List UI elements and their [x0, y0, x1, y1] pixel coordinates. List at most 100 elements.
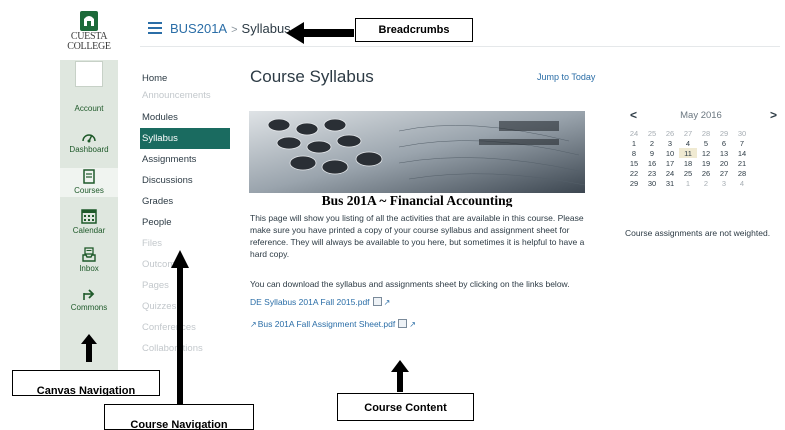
college-seal-icon [80, 11, 98, 31]
syllabus-intro-paragraph: This page will show you listing of all t… [250, 213, 585, 259]
account-avatar[interactable] [75, 61, 103, 87]
calendar-week: 1234567 [625, 138, 751, 148]
nav-courses[interactable]: Courses [60, 168, 118, 197]
breadcrumb-separator: > [231, 24, 238, 36]
calendar-day[interactable]: 22 [625, 168, 643, 178]
nav-calendar[interactable]: Calendar [60, 208, 118, 235]
course-nav-discussions[interactable]: Discussions [140, 170, 230, 191]
external-link-icon[interactable]: ↗ [384, 298, 391, 307]
global-navigation: CUESTA COLLEGE Account Dashboard Courses [60, 8, 118, 372]
calendar-day[interactable]: 21 [733, 158, 751, 168]
breadcrumb-current-page: Syllabus [241, 21, 291, 36]
calendar-day[interactable]: 4 [679, 138, 697, 148]
calendar-day[interactable]: 4 [733, 178, 751, 188]
calendar-day[interactable]: 28 [697, 128, 715, 138]
breadcrumb: BUS201A > Syllabus [170, 21, 291, 36]
calendar-day[interactable]: 28 [733, 168, 751, 178]
nav-inbox[interactable]: Inbox [60, 246, 118, 273]
nav-calendar-label: Calendar [72, 226, 106, 235]
annotation-course-content: Course Content [337, 393, 474, 421]
calendar-day[interactable]: 17 [661, 158, 679, 168]
calendar-day[interactable]: 10 [661, 148, 679, 158]
page: CUESTA COLLEGE Account Dashboard Courses [0, 0, 785, 430]
pdf-preview-icon[interactable] [398, 319, 408, 328]
course-nav-modules[interactable]: Modules [140, 107, 230, 128]
calendar-day[interactable]: 12 [697, 148, 715, 158]
calendar-day[interactable]: 13 [715, 148, 733, 158]
calendar-day[interactable]: 8 [625, 148, 643, 158]
calendar-day[interactable]: 15 [625, 158, 643, 168]
course-nav-arrow [171, 250, 189, 430]
course-nav-assignments[interactable]: Assignments [140, 149, 230, 170]
calendar-day[interactable]: 27 [715, 168, 733, 178]
calendar-day[interactable]: 14 [733, 148, 751, 158]
nav-dashboard-label: Dashboard [69, 145, 109, 154]
dashboard-icon [82, 134, 96, 143]
course-nav-people[interactable]: People [140, 212, 230, 233]
calendar-day[interactable]: 7 [733, 138, 751, 148]
annotation-breadcrumbs: Breadcrumbs [355, 18, 473, 42]
course-nav-announcements[interactable]: Announcements [140, 89, 230, 107]
nav-account[interactable]: Account [60, 104, 118, 113]
calendar-week: 29 30 31 1 2 3 4 [625, 178, 751, 188]
calendar-day[interactable]: 1 [625, 138, 643, 148]
pdf-preview-icon[interactable] [372, 297, 382, 306]
calendar-next-button[interactable]: > [770, 108, 777, 122]
calendar-day[interactable]: 9 [643, 148, 661, 158]
calendar-week: 15 16 17 18 19 20 21 [625, 158, 751, 168]
calendar-day[interactable]: 24 [625, 128, 643, 138]
calendar-day[interactable]: 16 [643, 158, 661, 168]
college-logo[interactable]: CUESTA COLLEGE [60, 8, 118, 60]
canvas-nav-arrow [81, 334, 97, 362]
courses-icon [83, 169, 95, 184]
nav-account-label: Account [74, 104, 104, 113]
calendar-day[interactable]: 5 [697, 138, 715, 148]
calendar-day[interactable]: 6 [715, 138, 733, 148]
calendar-day[interactable]: 26 [697, 168, 715, 178]
syllabus-file-link[interactable]: DE Syllabus 201A Fall 2015.pdf ↗ [250, 297, 390, 307]
calendar-day[interactable]: 27 [679, 128, 697, 138]
assignment-sheet-link[interactable]: ↗Bus 201A Fall Assignment Sheet.pdf ↗ [250, 319, 416, 329]
calendar-day[interactable]: 26 [661, 128, 679, 138]
external-link-icon[interactable]: ↗ [409, 320, 416, 329]
breadcrumb-course-link[interactable]: BUS201A [170, 21, 227, 36]
page-title: Course Syllabus [250, 67, 374, 86]
calendar-day[interactable]: 29 [625, 178, 643, 188]
jump-to-today-link[interactable]: Jump to Today [537, 72, 595, 82]
calendar-day[interactable]: 2 [697, 178, 715, 188]
hamburger-menu-icon[interactable] [148, 22, 162, 34]
nav-dashboard[interactable]: Dashboard [60, 129, 118, 154]
calendar-day[interactable]: 3 [715, 178, 733, 188]
calendar-day[interactable]: 29 [715, 128, 733, 138]
calendar-day[interactable]: 2 [643, 138, 661, 148]
calendar-day[interactable]: 18 [679, 158, 697, 168]
course-nav-home[interactable]: Home [140, 68, 230, 89]
calendar-week: 22 23 24 25 26 27 28 [625, 168, 751, 178]
external-link-icon[interactable]: ↗ [250, 320, 257, 329]
download-instructions: You can download the syllabus and assign… [250, 279, 570, 289]
nav-commons[interactable]: Commons [60, 287, 118, 312]
calendar-day[interactable]: 30 [643, 178, 661, 188]
calendar-icon [81, 209, 97, 224]
nav-courses-label: Courses [74, 186, 104, 195]
calendar-day[interactable]: 3 [661, 138, 679, 148]
calendar-day[interactable]: 1 [679, 178, 697, 188]
commons-icon [83, 289, 95, 300]
nav-inbox-label: Inbox [79, 264, 99, 273]
calendar-day[interactable]: 23 [643, 168, 661, 178]
calendar-day[interactable]: 19 [697, 158, 715, 168]
calendar-week: 8 9 10 11 12 13 14 [625, 148, 751, 158]
course-content-arrow [391, 360, 409, 392]
calendar-day[interactable]: 24 [661, 168, 679, 178]
calendar-day-today[interactable]: 11 [679, 148, 697, 158]
calendar-day[interactable]: 31 [661, 178, 679, 188]
calendar-day[interactable]: 20 [715, 158, 733, 168]
calendar-day[interactable]: 30 [733, 128, 751, 138]
calendar-day[interactable]: 25 [679, 168, 697, 178]
calendar-month-label: May 2016 [680, 110, 722, 121]
course-nav-grades[interactable]: Grades [140, 191, 230, 212]
calendar-day[interactable]: 25 [643, 128, 661, 138]
course-banner-image: Bus 201A ~ Financial Accounting [249, 111, 585, 207]
course-nav-syllabus[interactable]: Syllabus [140, 128, 230, 149]
assignment-sheet-link-label: Bus 201A Fall Assignment Sheet.pdf [257, 319, 396, 329]
